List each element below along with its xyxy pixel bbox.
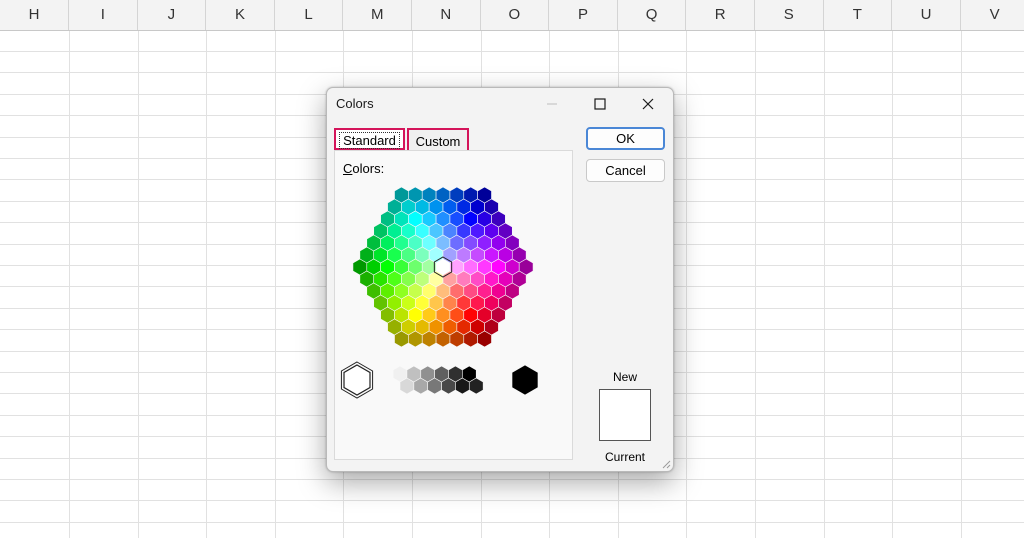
ok-button[interactable]: OK bbox=[586, 127, 665, 150]
white-color-hexagon[interactable] bbox=[343, 364, 371, 396]
column-header-m[interactable]: M bbox=[343, 0, 412, 30]
maximize-icon bbox=[594, 98, 606, 110]
grid-column-line bbox=[137, 31, 139, 538]
column-header-i[interactable]: I bbox=[69, 0, 138, 30]
dialog-title: Colors bbox=[336, 96, 374, 111]
grid-column-line bbox=[755, 31, 756, 538]
column-header-p[interactable]: P bbox=[549, 0, 618, 30]
colors-dialog: Colors Standard Custom Colors: OK Cancel… bbox=[326, 87, 674, 472]
new-color-label: New bbox=[612, 370, 637, 384]
grid-column-line bbox=[69, 31, 70, 538]
column-header-u[interactable]: U bbox=[892, 0, 961, 30]
column-header-o[interactable]: O bbox=[481, 0, 550, 30]
column-header-s[interactable]: S bbox=[755, 0, 824, 30]
close-icon bbox=[642, 98, 654, 110]
grid-row-line bbox=[0, 479, 1024, 480]
column-header-j[interactable]: J bbox=[138, 0, 207, 30]
column-header-n[interactable]: N bbox=[412, 0, 481, 30]
color-hexagon-palette bbox=[340, 186, 539, 399]
grid-row-line bbox=[0, 500, 1024, 501]
column-header-t[interactable]: T bbox=[824, 0, 893, 30]
black-color-hexagon[interactable] bbox=[511, 364, 539, 396]
cancel-button[interactable]: Cancel bbox=[586, 159, 665, 182]
column-header-q[interactable]: Q bbox=[618, 0, 687, 30]
current-color-label: Current bbox=[604, 450, 645, 464]
column-header-k[interactable]: K bbox=[206, 0, 275, 30]
tab-custom-label: Custom bbox=[415, 134, 461, 149]
close-button[interactable] bbox=[625, 88, 671, 120]
grid-row-line bbox=[0, 72, 1024, 73]
column-header-row: HIJKLMNOPQRSTUV bbox=[0, 0, 1024, 31]
title-bar[interactable]: Colors bbox=[327, 88, 673, 120]
tab-standard-label: Standard bbox=[339, 132, 400, 149]
grid-column-line bbox=[206, 31, 208, 538]
grid-column-line bbox=[892, 31, 894, 538]
grid-column-line bbox=[274, 31, 276, 538]
maximize-button[interactable] bbox=[577, 88, 623, 120]
standard-colors-panel: Colors: bbox=[334, 150, 573, 460]
resize-grip-icon[interactable] bbox=[661, 459, 671, 469]
color-preview-swatch bbox=[599, 389, 651, 441]
tab-standard[interactable]: Standard bbox=[334, 128, 405, 150]
column-header-r[interactable]: R bbox=[686, 0, 755, 30]
grid-column-line bbox=[686, 31, 688, 538]
grid-column-line bbox=[960, 31, 962, 538]
column-header-h[interactable]: H bbox=[0, 0, 69, 30]
grid-column-line bbox=[823, 31, 825, 538]
grid-row-line bbox=[0, 51, 1024, 52]
minimize-button[interactable] bbox=[529, 88, 575, 120]
grid-row-line bbox=[0, 522, 1024, 523]
minimize-icon bbox=[547, 103, 557, 105]
column-header-v[interactable]: V bbox=[961, 0, 1024, 30]
column-header-l[interactable]: L bbox=[275, 0, 344, 30]
